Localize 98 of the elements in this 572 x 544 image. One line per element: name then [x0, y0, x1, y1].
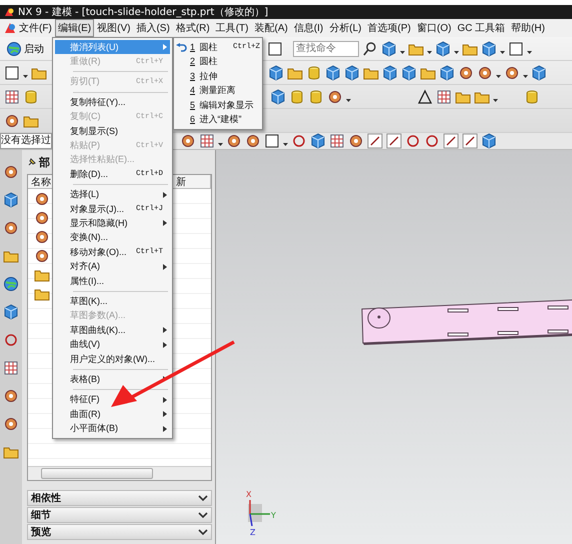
panel-title: 部 — [39, 154, 50, 170]
axis-label: Z — [250, 528, 256, 536]
menu-option[interactable]: 2 圆柱 — [176, 54, 260, 69]
window-title: NX 9 - 建模 - [touch-slide-holder_stp.prt（修改的）] — [18, 6, 268, 19]
submenu-arrow-icon — [163, 396, 167, 403]
cube-icon[interactable] — [439, 64, 455, 80]
menu-item[interactable]: 分析(L) — [326, 19, 365, 37]
menu-item[interactable]: 文件(F) — [16, 19, 55, 37]
menu-option[interactable]: 选择(L) — [55, 188, 170, 202]
cube-icon[interactable] — [325, 64, 341, 80]
collapsible-section[interactable]: 相依性 — [27, 490, 212, 506]
menu-option[interactable]: 复制显示(S) — [55, 124, 170, 138]
menu-option[interactable]: 对齐(A) — [55, 259, 170, 274]
axis-label: Y — [271, 511, 276, 520]
cylinder-icon[interactable] — [524, 88, 540, 104]
pin-icon[interactable] — [27, 157, 37, 167]
square-icon[interactable] — [264, 133, 280, 149]
selection-filter-field[interactable]: 没有选择过 — [0, 133, 52, 149]
cylinder-icon[interactable] — [289, 88, 305, 104]
square-icon[interactable] — [267, 40, 283, 56]
cube-icon[interactable] — [344, 64, 360, 80]
menu-option[interactable]: 复制特征(Y)... — [55, 95, 170, 110]
cube-icon[interactable] — [3, 304, 19, 320]
menu-option[interactable]: 曲线(V) — [55, 337, 170, 352]
menu-item[interactable]: 窗口(O) — [414, 19, 454, 37]
cube-icon[interactable] — [310, 133, 326, 149]
chevron-icon[interactable] — [198, 528, 208, 536]
menu-option[interactable]: 属性(I)... — [55, 274, 170, 288]
menu-option[interactable]: 特征(F) — [55, 392, 170, 407]
cube-icon[interactable] — [435, 40, 451, 56]
cube-icon[interactable] — [382, 64, 398, 80]
submenu-arrow-icon — [163, 264, 167, 270]
menu-option[interactable]: 小平面体(B) — [55, 421, 170, 436]
globe-icon[interactable] — [6, 40, 22, 56]
cylinder-icon[interactable] — [306, 64, 322, 80]
search-field[interactable]: 查找命令 — [293, 40, 359, 56]
submenu-arrow-icon — [163, 426, 167, 432]
cube-icon[interactable] — [268, 64, 284, 80]
grid-icon[interactable] — [436, 88, 452, 104]
menu-item[interactable]: 格式(R) — [172, 19, 213, 37]
collapsible-section[interactable]: 细节 — [27, 507, 212, 523]
menu-option[interactable]: 变换(N)... — [55, 230, 170, 246]
submenu-arrow-icon — [163, 411, 167, 418]
cube-icon[interactable] — [531, 64, 547, 80]
circle-icon[interactable] — [405, 133, 421, 149]
menu-item[interactable]: 帮助(H) — [508, 19, 548, 37]
app-logo-icon[interactable] — [4, 22, 16, 34]
menu-item[interactable]: 工具(T) — [212, 19, 252, 37]
grid-icon[interactable] — [329, 133, 345, 149]
cube-icon[interactable] — [401, 64, 417, 80]
submenu-arrow-icon — [163, 342, 167, 348]
menu-option[interactable]: 显示和隐藏(H) — [55, 216, 170, 231]
cube-icon[interactable] — [481, 133, 497, 149]
menu-item[interactable]: 插入(S) — [133, 19, 173, 37]
menu-option[interactable]: 曲面(R) — [55, 406, 170, 422]
cube-icon[interactable] — [381, 40, 397, 56]
triangle-icon[interactable] — [417, 88, 433, 104]
chevron-icon[interactable] — [198, 494, 208, 502]
menu-option[interactable]: 草图曲线(K)... — [55, 323, 170, 338]
grid-icon[interactable] — [4, 88, 20, 104]
cube-icon[interactable] — [3, 192, 19, 208]
menu-item[interactable]: 信息(I) — [290, 19, 326, 37]
menu-option[interactable]: 用户定义的对象(W)... — [55, 352, 170, 366]
menu-item[interactable]: 首选项(P) — [364, 19, 414, 37]
chevron-icon[interactable] — [198, 511, 208, 519]
circle-icon[interactable] — [291, 133, 307, 149]
grid-icon[interactable] — [199, 133, 215, 149]
undo-icon — [176, 42, 187, 52]
start-button[interactable]: 启动 — [4, 38, 46, 58]
menu-option[interactable]: 6 进入“建模” — [176, 112, 260, 127]
app-logo-icon — [4, 7, 14, 17]
menu-item[interactable]: GC 工具箱 — [454, 19, 508, 37]
submenu-arrow-icon — [163, 327, 167, 334]
square-icon[interactable] — [508, 40, 524, 56]
cube-icon[interactable] — [481, 40, 497, 56]
circle-icon[interactable] — [3, 332, 19, 348]
cylinder-icon[interactable] — [23, 88, 39, 104]
search-icon[interactable] — [362, 40, 378, 56]
menu-item[interactable]: 编辑(E) — [54, 19, 94, 37]
menu-option[interactable]: 草图(K)... — [55, 294, 170, 309]
grid-icon[interactable] — [3, 360, 19, 376]
3d-viewport[interactable]: X Y Z — [215, 150, 572, 544]
square-icon[interactable] — [4, 64, 20, 80]
submenu-arrow-icon — [163, 44, 167, 50]
menu-item[interactable]: 视图(V) — [94, 19, 134, 37]
cube-icon[interactable] — [270, 88, 286, 104]
circle-icon[interactable] — [424, 133, 440, 149]
axis-label: X — [246, 490, 252, 499]
globe-icon[interactable] — [3, 276, 19, 292]
horizontal-scrollbar[interactable] — [28, 466, 211, 480]
menu-option[interactable]: 5 编辑对象显示 — [176, 98, 260, 112]
menu-item[interactable]: 装配(A) — [251, 19, 291, 37]
submenu-arrow-icon — [163, 192, 167, 198]
menu-option[interactable]: 3 拉伸 — [176, 69, 260, 84]
collapsible-section[interactable]: 预览 — [27, 524, 212, 540]
submenu-arrow-icon — [163, 220, 167, 226]
menu-option[interactable]: 4 测量距离 — [176, 84, 260, 98]
menu-option[interactable]: 表格(B) — [55, 372, 170, 387]
